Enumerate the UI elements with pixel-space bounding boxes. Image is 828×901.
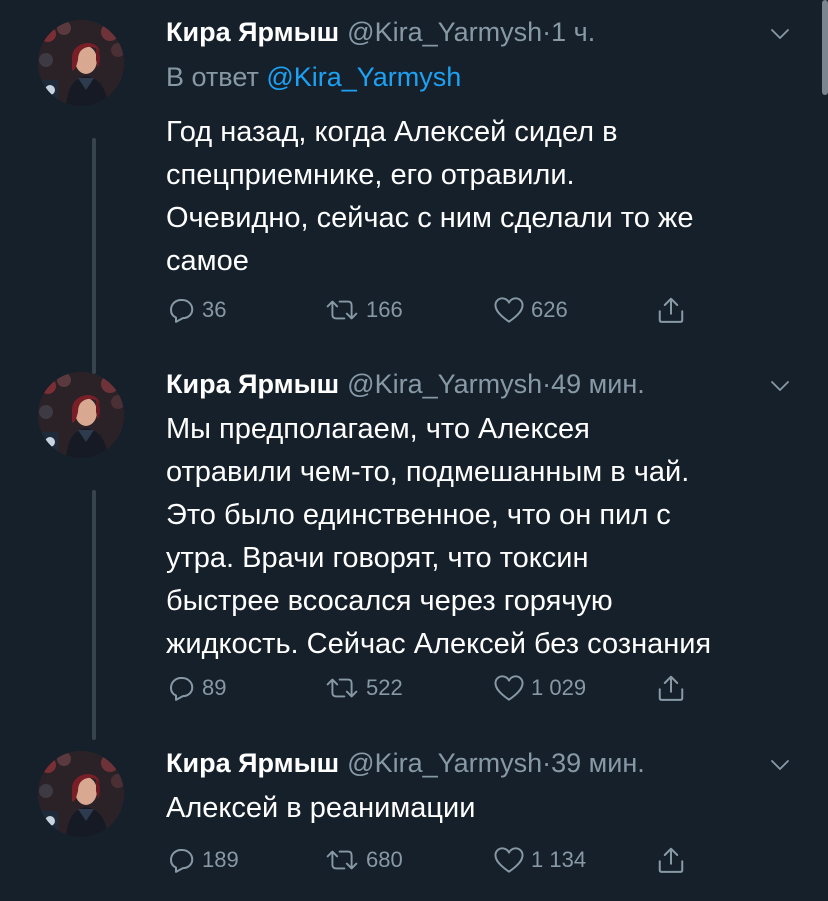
reply-count: 89 [202,675,227,700]
retweet-icon [324,295,360,325]
tweet-time[interactable]: 39 мин. [551,748,645,778]
reply-button[interactable]: 89 [166,668,226,708]
chevron-down-icon[interactable] [768,26,792,42]
chevron-down-icon[interactable] [768,378,792,394]
avatar[interactable] [38,751,124,837]
reply-icon [166,673,196,703]
reply-icon [166,295,196,325]
chevron-down-icon[interactable] [768,757,792,773]
reply-icon [166,845,196,875]
retweet-button[interactable]: 522 [324,668,403,708]
retweet-icon [324,673,360,703]
retweet-count: 522 [366,675,403,700]
like-count: 1 134 [531,847,587,872]
retweet-button[interactable]: 166 [324,290,403,330]
heart-icon [493,845,525,875]
separator-dot: · [542,369,552,399]
share-button[interactable] [656,840,692,880]
author-name[interactable]: Кира Ярмыш [166,748,339,778]
tweet-header: Кира Ярмыш @Kira_Yarmysh·39 мин. [166,745,645,781]
retweet-button[interactable]: 680 [324,840,403,880]
reply-label: В ответ [166,62,259,92]
tweet-actions: 36 166 626 [166,290,726,330]
heart-icon [493,673,525,703]
author-name[interactable]: Кира Ярмыш [166,17,339,47]
like-button[interactable]: 1 134 [493,840,586,880]
reply-button[interactable]: 36 [166,290,226,330]
reply-context: В ответ @Kira_Yarmysh [166,62,461,93]
like-count: 626 [531,297,568,322]
tweet-text: Мы предполагаем, что Алексея отравили че… [166,413,712,660]
heart-icon [493,295,525,325]
tweet-actions: 89 522 1 029 [166,668,726,708]
author-handle[interactable]: @Kira_Yarmysh [347,369,542,399]
like-button[interactable]: 626 [493,290,568,330]
tweet-header: Кира Ярмыш @Kira_Yarmysh·1 ч. [166,14,595,50]
tweet-text: Алексей в реанимации [166,792,476,824]
retweet-count: 680 [366,847,403,872]
reply-count: 189 [202,847,239,872]
tweet[interactable]: Кира Ярмыш @Kira_Yarmysh·39 мин. Алексей … [0,745,828,895]
tweet-actions: 189 680 1 134 [166,840,726,880]
like-count: 1 029 [531,675,587,700]
reply-count: 36 [202,297,227,322]
tweet-text: Год назад, когда Алексей сидел в спецпри… [166,116,694,277]
tweet-time[interactable]: 1 ч. [551,17,595,47]
share-icon [656,295,686,325]
author-name[interactable]: Кира Ярмыш [166,369,339,399]
tweet-header: Кира Ярмыш @Kira_Yarmysh·49 мин. [166,366,645,402]
share-button[interactable] [656,290,692,330]
share-button[interactable] [656,668,692,708]
reply-mention-link[interactable]: @Kira_Yarmysh [266,62,461,92]
retweet-count: 166 [366,297,403,322]
tweet-time[interactable]: 49 мин. [551,369,645,399]
thread-line [92,490,96,740]
thread-line [92,138,96,374]
avatar[interactable] [38,372,124,458]
tweet[interactable]: Кира Ярмыш @Kira_Yarmysh·1 ч. В ответ @Ki… [0,14,828,374]
author-handle[interactable]: @Kira_Yarmysh [347,748,542,778]
share-icon [656,673,686,703]
avatar[interactable] [38,20,124,106]
reply-button[interactable]: 189 [166,840,239,880]
like-button[interactable]: 1 029 [493,668,586,708]
tweet[interactable]: Кира Ярмыш @Kira_Yarmysh·49 мин. Мы предп… [0,366,828,740]
separator-dot: · [542,748,552,778]
author-handle[interactable]: @Kira_Yarmysh [347,17,542,47]
retweet-icon [324,845,360,875]
separator-dot: · [542,17,552,47]
share-icon [656,845,686,875]
